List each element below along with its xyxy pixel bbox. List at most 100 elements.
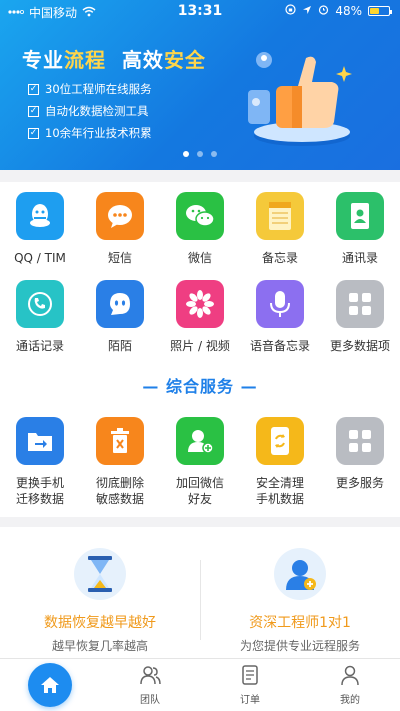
bottom-tab-bar: 团队 订单 我的 bbox=[0, 658, 400, 711]
services-row: 更换手机 迁移数据 彻底删除敏感数据 加回微信 好友 安全清理手机数据 更多服务 bbox=[0, 417, 400, 507]
banner-headline: 专业流程 高效安全 bbox=[22, 44, 206, 73]
orders-icon bbox=[239, 664, 261, 689]
service-label-line1: 彻底删除 bbox=[95, 476, 144, 490]
checkbox-icon: ✓ bbox=[28, 83, 39, 95]
carousel-indicator bbox=[0, 151, 400, 157]
tab-label: 订单 bbox=[240, 695, 260, 706]
battery-icon bbox=[368, 6, 392, 16]
thumbs-up-illustration bbox=[248, 52, 352, 146]
tab-home[interactable] bbox=[0, 659, 100, 711]
tab-profile[interactable]: 我的 bbox=[300, 659, 400, 711]
headline-part3: 高效 bbox=[121, 48, 164, 72]
services-section-title: — 综合服务 — bbox=[142, 377, 258, 396]
service-label: 更多服务 bbox=[336, 475, 384, 491]
data-item-label: 更多数据项 bbox=[329, 339, 390, 353]
data-item-photos[interactable]: 照片 / 视频 bbox=[160, 280, 240, 354]
promo-banner[interactable]: 中国移动 13:31 48% 专业流程 高效安全 ✓ 30位工程师在线服务 ✓ … bbox=[0, 0, 400, 170]
feature-item: ✓ 自动化数据检测工具 bbox=[28, 100, 152, 122]
service-label-line1: 安全清理 bbox=[255, 476, 304, 490]
feature-list: ✓ 30位工程师在线服务 ✓ 自动化数据检测工具 ✓ 10余年行业技术积累 bbox=[28, 78, 152, 144]
service-label-line1: 更多服务 bbox=[335, 476, 384, 490]
service-label-line2: 敏感数据 bbox=[95, 492, 144, 506]
service-add-friend[interactable]: 加回微信 好友 bbox=[160, 417, 240, 507]
carousel-dot[interactable] bbox=[197, 151, 203, 157]
service-clean-phone[interactable]: 安全清理 手机数据 bbox=[240, 417, 320, 507]
data-item-voice-memo[interactable]: 语音备忘录 bbox=[240, 280, 320, 354]
headline-part4: 安全 bbox=[163, 48, 206, 72]
data-item-sms[interactable]: 短信 bbox=[80, 192, 160, 266]
battery-fill bbox=[370, 8, 379, 14]
add-friend-icon bbox=[176, 417, 224, 465]
rotation-lock-icon bbox=[285, 4, 296, 18]
more-grid-icon bbox=[336, 280, 384, 328]
checkbox-icon: ✓ bbox=[28, 127, 39, 139]
service-label-line1: 加回微信 bbox=[175, 476, 224, 490]
carousel-dot[interactable] bbox=[183, 151, 189, 157]
service-delete[interactable]: 彻底删除 敏感数据 bbox=[80, 417, 160, 507]
data-item-more[interactable]: 更多数据项 bbox=[320, 280, 400, 354]
data-item-memo[interactable]: 备忘录 bbox=[240, 192, 320, 266]
memo-icon bbox=[256, 192, 304, 240]
status-right: 48% bbox=[285, 4, 392, 18]
wechat-icon bbox=[176, 192, 224, 240]
data-items-row-1: QQ / TIM 短信 微信 备忘录 通讯录 bbox=[0, 192, 400, 266]
section-divider bbox=[0, 517, 400, 527]
service-label-line2: 迁移数据 bbox=[15, 492, 64, 506]
alarm-icon bbox=[318, 4, 329, 18]
clean-phone-icon bbox=[256, 417, 304, 465]
photo-icon bbox=[176, 280, 224, 328]
data-item-label: 备忘录 bbox=[261, 251, 298, 265]
promo-subtitle: 为您提供专业远程服务 bbox=[239, 639, 360, 653]
data-item-momo[interactable]: 陌陌 bbox=[80, 280, 160, 354]
service-label: 彻底删除 敏感数据 bbox=[96, 475, 144, 507]
delete-icon bbox=[96, 417, 144, 465]
promo-title: 数据恢复越早越好 bbox=[44, 615, 156, 631]
data-item-label: 陌陌 bbox=[107, 339, 132, 353]
data-item-call-log[interactable]: 通话记录 bbox=[0, 280, 80, 354]
carousel-dot[interactable] bbox=[211, 151, 217, 157]
migrate-icon bbox=[16, 417, 64, 465]
tab-orders[interactable]: 订单 bbox=[200, 659, 300, 711]
promo-early-recovery[interactable]: 数据恢复越早越好 越早恢复几率越高 bbox=[0, 548, 200, 654]
data-item-label: 微信 bbox=[187, 251, 212, 265]
data-item-qq[interactable]: QQ / TIM bbox=[0, 192, 80, 266]
data-item-label: QQ / TIM bbox=[14, 251, 66, 265]
location-icon bbox=[302, 4, 312, 18]
checkbox-icon: ✓ bbox=[28, 105, 39, 117]
service-label-line2: 手机数据 bbox=[255, 492, 304, 506]
data-item-label: 通话记录 bbox=[15, 339, 64, 353]
home-icon bbox=[28, 663, 72, 707]
data-item-label: 语音备忘录 bbox=[249, 339, 310, 353]
feature-item: ✓ 30位工程师在线服务 bbox=[28, 78, 152, 100]
data-item-wechat[interactable]: 微信 bbox=[160, 192, 240, 266]
profile-icon bbox=[339, 664, 361, 689]
service-migrate[interactable]: 更换手机 迁移数据 bbox=[0, 417, 80, 507]
headline-part1: 专业 bbox=[22, 48, 64, 72]
tab-label: 我的 bbox=[340, 695, 360, 706]
battery-percent: 48% bbox=[335, 4, 362, 18]
tab-team[interactable]: 团队 bbox=[100, 659, 200, 711]
data-item-label: 短信 bbox=[107, 251, 132, 265]
tab-label: 团队 bbox=[140, 695, 160, 706]
data-item-contacts[interactable]: 通讯录 bbox=[320, 192, 400, 266]
momo-icon bbox=[96, 280, 144, 328]
promo-subtitle: 越早恢复几率越高 bbox=[51, 639, 148, 653]
more-grid-icon bbox=[336, 417, 384, 465]
team-icon bbox=[138, 664, 162, 689]
service-label: 加回微信 好友 bbox=[176, 475, 224, 507]
section-divider bbox=[0, 170, 400, 182]
qq-icon bbox=[16, 192, 64, 240]
contacts-icon bbox=[336, 192, 384, 240]
app-page: 中国移动 13:31 48% 专业流程 高效安全 ✓ 30位工程师在线服务 ✓ … bbox=[0, 0, 400, 711]
promo-title: 资深工程师1对1 bbox=[249, 615, 351, 631]
service-more[interactable]: 更多服务 bbox=[320, 417, 400, 507]
engineer-icon bbox=[274, 548, 326, 600]
feature-text: 自动化数据检测工具 bbox=[45, 104, 149, 118]
data-items-row-2: 通话记录 陌陌 照片 / 视频 语音备忘录 更多数据项 bbox=[0, 280, 400, 354]
headline-part2: 流程 bbox=[64, 48, 106, 72]
feature-item: ✓ 10余年行业技术积累 bbox=[28, 122, 152, 144]
sms-icon bbox=[96, 192, 144, 240]
promo-engineer[interactable]: 资深工程师1对1 为您提供专业远程服务 bbox=[200, 548, 400, 654]
status-bar: 中国移动 13:31 48% bbox=[0, 0, 400, 22]
data-item-label: 通讯录 bbox=[341, 251, 378, 265]
